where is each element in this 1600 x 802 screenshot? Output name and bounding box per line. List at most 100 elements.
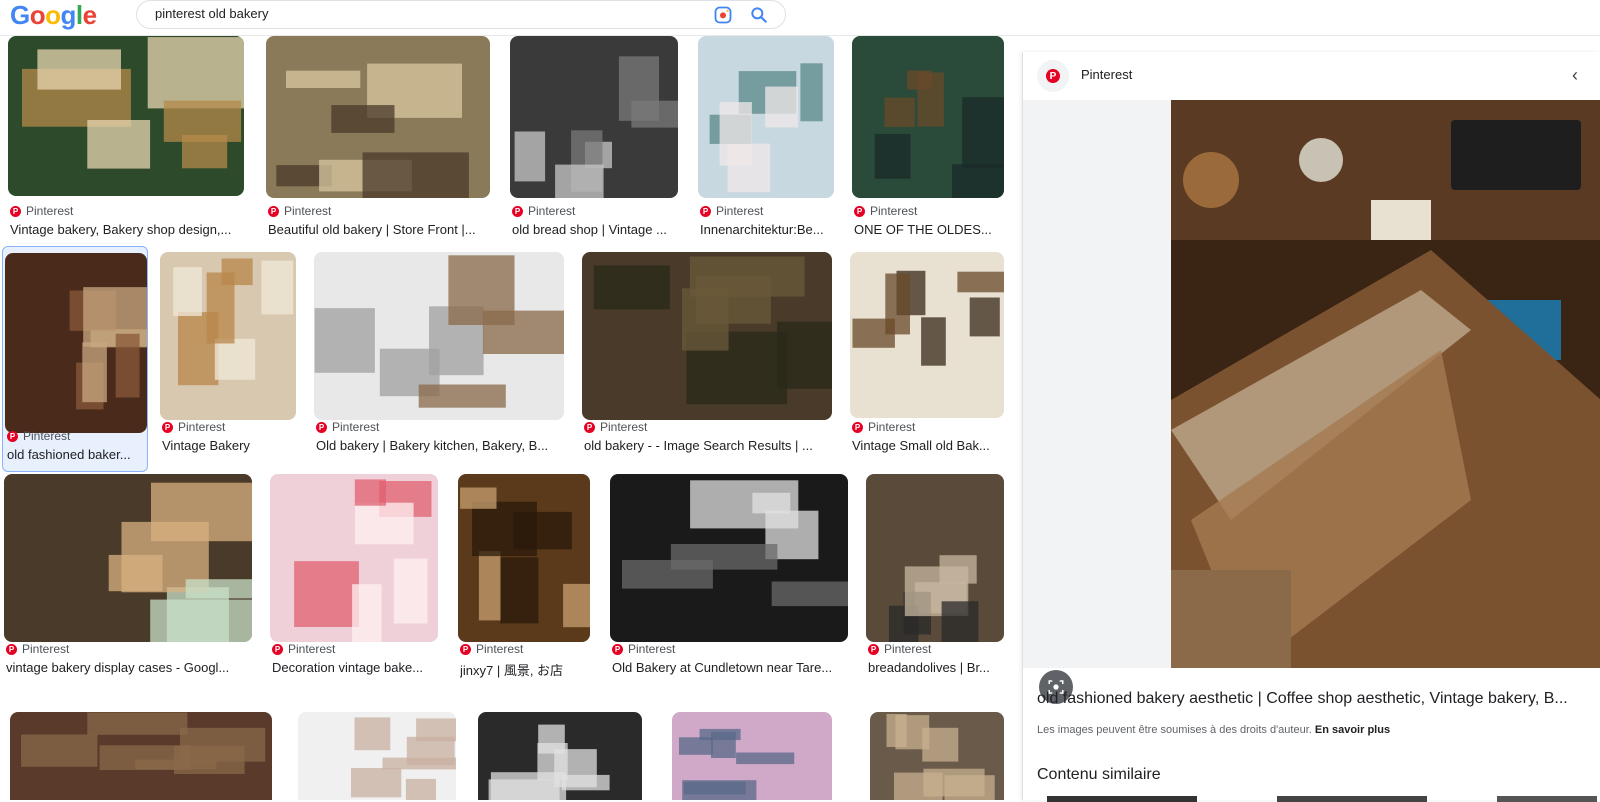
- pinterest-icon: P: [612, 643, 623, 655]
- pinterest-icon: P: [6, 643, 17, 655]
- pinterest-icon: P: [512, 205, 523, 217]
- result-source[interactable]: P Pinterest: [868, 642, 931, 656]
- result-caption[interactable]: Decoration vintage bake...: [272, 660, 436, 675]
- result-thumbnail[interactable]: [478, 712, 642, 800]
- source-label: Pinterest: [528, 204, 576, 218]
- pinterest-icon: P: [316, 421, 327, 433]
- result-caption[interactable]: Old Bakery at Cundletown near Tare...: [612, 660, 846, 675]
- result-source[interactable]: P Pinterest: [460, 642, 523, 656]
- result-thumbnail[interactable]: [160, 252, 296, 420]
- source-label: Pinterest: [868, 420, 916, 434]
- top-bar: Google: [0, 0, 1600, 36]
- image-result[interactable]: P Pinterest old bread shop | Vintage ...: [510, 36, 678, 237]
- pinterest-icon: P: [268, 205, 279, 217]
- result-thumbnail[interactable]: [610, 474, 848, 642]
- result-thumbnail[interactable]: [850, 252, 1004, 418]
- result-caption[interactable]: breadandolives | Br...: [868, 660, 1002, 675]
- result-thumbnail[interactable]: [852, 36, 1004, 198]
- related-heading: Contenu similaire: [1037, 766, 1161, 783]
- panel-source[interactable]: Pinterest: [1081, 67, 1132, 82]
- result-source[interactable]: P Pinterest: [272, 642, 335, 656]
- result-thumbnail[interactable]: [870, 712, 1004, 800]
- result-caption[interactable]: old bakery - - Image Search Results | ..…: [584, 438, 830, 453]
- result-caption[interactable]: jinxy7 | 風景, お店: [460, 660, 588, 679]
- result-source[interactable]: P Pinterest: [700, 204, 763, 218]
- result-thumbnail[interactable]: [866, 474, 1004, 642]
- result-source[interactable]: P Pinterest: [268, 204, 331, 218]
- result-thumbnail[interactable]: [8, 36, 244, 196]
- result-thumbnail[interactable]: [5, 253, 147, 433]
- search-box[interactable]: [136, 0, 786, 29]
- result-caption[interactable]: old bread shop | Vintage ...: [512, 222, 676, 237]
- result-caption[interactable]: ONE OF THE OLDES...: [854, 222, 1002, 237]
- pinterest-icon: P: [7, 430, 18, 442]
- result-source[interactable]: P Pinterest: [7, 429, 70, 443]
- source-label: Pinterest: [476, 642, 524, 656]
- image-result[interactable]: P Pinterest breadandolives | Br...: [866, 474, 1004, 675]
- result-thumbnail[interactable]: [314, 252, 564, 420]
- image-result[interactable]: P Pinterest Vintage Small old Bak...: [850, 252, 1004, 453]
- result-thumbnail[interactable]: [298, 712, 456, 800]
- search-input[interactable]: [155, 6, 675, 21]
- related-thumbnails[interactable]: [1037, 796, 1597, 802]
- close-panel-icon[interactable]: ‹: [1563, 64, 1587, 88]
- source-label: Pinterest: [178, 420, 226, 434]
- result-source[interactable]: P Pinterest: [852, 420, 915, 434]
- result-source[interactable]: P Pinterest: [612, 642, 675, 656]
- pinterest-icon: P: [868, 643, 879, 655]
- result-caption[interactable]: Vintage Bakery: [162, 438, 294, 453]
- result-source[interactable]: P Pinterest: [10, 204, 73, 218]
- pinterest-icon: P: [584, 421, 595, 433]
- result-thumbnail[interactable]: [458, 474, 590, 642]
- image-result[interactable]: P Pinterest vintage bakery display cases -…: [4, 474, 252, 675]
- result-source[interactable]: P Pinterest: [854, 204, 917, 218]
- image-result[interactable]: P Pinterest Vintage Bakery: [160, 252, 296, 453]
- result-thumbnail[interactable]: [672, 712, 832, 800]
- google-lens-icon[interactable]: [713, 5, 733, 25]
- pinterest-icon[interactable]: P: [1037, 60, 1069, 92]
- result-source[interactable]: P Pinterest: [6, 642, 69, 656]
- image-result[interactable]: P Pinterest Old Bakery at Cundletown near …: [610, 474, 848, 675]
- result-thumbnail[interactable]: [10, 712, 272, 800]
- result-caption[interactable]: Beautiful old bakery | Store Front |...: [268, 222, 488, 237]
- result-caption[interactable]: vintage bakery display cases - Googl...: [6, 660, 250, 675]
- result-caption[interactable]: Old bakery | Bakery kitchen, Bakery, B..…: [316, 438, 562, 453]
- google-logo[interactable]: Google: [10, 0, 97, 30]
- image-result[interactable]: P Pinterest Vintage bakery, Bakery shop de…: [8, 36, 244, 237]
- panel-title[interactable]: old fashioned bakery aesthetic | Coffee …: [1037, 690, 1597, 708]
- result-thumbnail[interactable]: [4, 474, 252, 642]
- image-result[interactable]: P Pinterest ONE OF THE OLDES...: [852, 36, 1004, 237]
- result-caption[interactable]: Vintage bakery, Bakery shop design,...: [10, 222, 242, 237]
- result-source[interactable]: P Pinterest: [316, 420, 379, 434]
- result-source[interactable]: P Pinterest: [584, 420, 647, 434]
- result-caption[interactable]: Innenarchitektur:Be...: [700, 222, 832, 237]
- source-label: Pinterest: [288, 642, 336, 656]
- image-result[interactable]: P Pinterest Decoration vintage bake...: [270, 474, 438, 675]
- result-source[interactable]: P Pinterest: [512, 204, 575, 218]
- pinterest-icon: P: [852, 421, 863, 433]
- result-thumbnail[interactable]: [582, 252, 832, 420]
- pinterest-icon: P: [272, 643, 283, 655]
- image-result[interactable]: P Pinterest old bakery - - Image Search Re…: [582, 252, 832, 453]
- result-caption[interactable]: Vintage Small old Bak...: [852, 438, 1002, 453]
- pinterest-icon: P: [700, 205, 711, 217]
- source-label: Pinterest: [884, 642, 932, 656]
- search-icon[interactable]: [749, 5, 769, 25]
- pinterest-icon: P: [162, 421, 173, 433]
- image-result[interactable]: P Pinterest Old bakery | Bakery kitchen, B…: [314, 252, 564, 453]
- source-label: Pinterest: [332, 420, 380, 434]
- image-result[interactable]: P Pinterest jinxy7 | 風景, お店: [458, 474, 590, 678]
- result-caption[interactable]: old fashioned baker...: [7, 447, 145, 462]
- result-source[interactable]: P Pinterest: [162, 420, 225, 434]
- source-label: Pinterest: [22, 642, 70, 656]
- result-thumbnail[interactable]: [266, 36, 490, 198]
- learn-more-link[interactable]: En savoir plus: [1315, 724, 1390, 736]
- preview-image[interactable]: [1171, 100, 1600, 668]
- result-thumbnail[interactable]: [698, 36, 834, 198]
- image-result[interactable]: P Pinterest Innenarchitektur:Be...: [698, 36, 834, 237]
- result-thumbnail[interactable]: [270, 474, 438, 642]
- source-label: Pinterest: [870, 204, 918, 218]
- image-result[interactable]: P Pinterest Beautiful old bakery | Store F…: [266, 36, 490, 237]
- image-result[interactable]: P Pinterest old fashioned baker...: [2, 246, 148, 472]
- result-thumbnail[interactable]: [510, 36, 678, 198]
